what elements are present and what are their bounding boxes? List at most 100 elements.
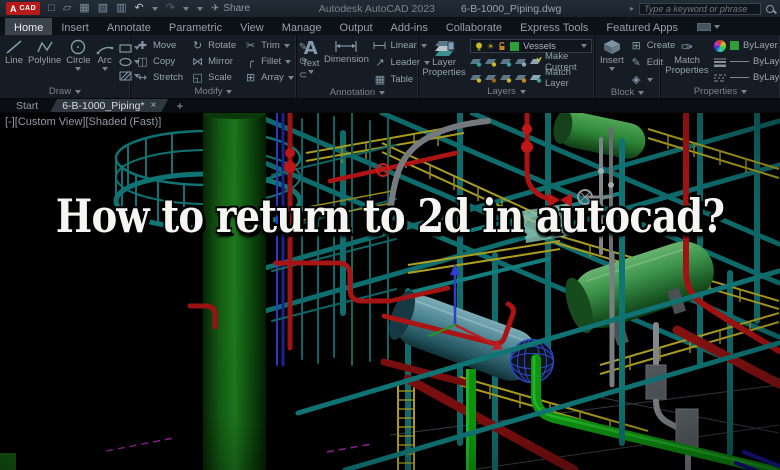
panel-label-block[interactable]: Block bbox=[595, 87, 660, 98]
chevron-down-icon bbox=[581, 44, 587, 48]
line-icon bbox=[6, 40, 22, 54]
tab-collaborate[interactable]: Collaborate bbox=[437, 18, 511, 35]
tab-annotate[interactable]: Annotate bbox=[98, 18, 160, 35]
table-icon: ▦ bbox=[374, 73, 386, 86]
save-as-icon[interactable]: ▧ bbox=[98, 3, 108, 14]
chevron-down-icon bbox=[519, 89, 526, 94]
file-tab-document[interactable]: 6-B-1000_Piping* × bbox=[50, 99, 168, 112]
chevron-down-icon[interactable] bbox=[75, 67, 82, 71]
panel-properties: ✑ Match Properties ByLayer ByLayer bbox=[661, 35, 780, 98]
new-file-icon[interactable]: □ bbox=[48, 3, 55, 14]
ribbon-display-toggle[interactable] bbox=[696, 18, 720, 35]
layer-lock-tool[interactable] bbox=[515, 57, 527, 67]
dimension-icon bbox=[335, 41, 358, 52]
ribbon-tab-bar: Home Insert Annotate Parametric View Man… bbox=[0, 18, 780, 35]
tool-polyline[interactable]: Polyline bbox=[28, 38, 61, 85]
tab-output[interactable]: Output bbox=[331, 18, 382, 35]
share-button[interactable]: ✈ Share bbox=[210, 2, 250, 14]
tool-move[interactable]: ✚ Move bbox=[136, 38, 183, 53]
rotate-icon: ↻ bbox=[193, 39, 203, 52]
layer-walk-tool[interactable] bbox=[485, 73, 497, 83]
layer-off-all-tool[interactable] bbox=[470, 73, 482, 83]
layer-isolate-tool[interactable] bbox=[485, 57, 497, 67]
qat-customize-icon[interactable] bbox=[196, 6, 203, 11]
app-title: Autodesk AutoCAD 2023 bbox=[318, 2, 435, 15]
panel-label-draw[interactable]: Draw bbox=[0, 85, 130, 98]
layer-unlock-all-tool[interactable] bbox=[515, 73, 527, 83]
close-icon[interactable]: × bbox=[151, 100, 157, 111]
layer-color-swatch bbox=[510, 41, 520, 51]
tool-arc[interactable]: Arc bbox=[96, 38, 114, 85]
make-current-icon bbox=[530, 57, 542, 67]
overlay-caption: How to return to 2d in autocad? bbox=[55, 189, 725, 243]
tab-manage[interactable]: Manage bbox=[273, 18, 331, 35]
tool-rotate[interactable]: ↻ Rotate bbox=[191, 38, 236, 53]
redo-dropdown-icon[interactable] bbox=[182, 6, 189, 11]
object-color-dropdown[interactable]: ByLayer bbox=[714, 39, 780, 53]
file-tab-start[interactable]: Start bbox=[4, 99, 50, 112]
layer-freeze-tool[interactable] bbox=[500, 57, 512, 67]
tool-line[interactable]: Line bbox=[5, 38, 23, 85]
match-layer-icon bbox=[530, 73, 542, 83]
layer-off-tool[interactable] bbox=[470, 57, 482, 67]
new-drawing-tab-button[interactable]: + bbox=[168, 99, 191, 113]
layer-on-bulb-icon bbox=[476, 42, 482, 50]
linear-icon bbox=[373, 42, 386, 49]
tool-trim[interactable]: ✂ Trim bbox=[244, 38, 294, 53]
viewport-controls[interactable]: [-][Custom View][Shaded (Fast)] bbox=[5, 116, 161, 128]
insert-block-button[interactable]: Insert bbox=[600, 38, 624, 87]
tool-fillet[interactable]: ╭ Fillet bbox=[244, 54, 294, 69]
search-input[interactable] bbox=[639, 2, 761, 15]
plot-icon[interactable]: ▥ bbox=[116, 3, 126, 14]
array-icon: ⊞ bbox=[246, 71, 256, 84]
lineweight-dropdown[interactable]: ByLayer bbox=[714, 55, 780, 69]
tab-featured-apps[interactable]: Featured Apps bbox=[597, 18, 687, 35]
redo-icon[interactable]: ↷ bbox=[166, 3, 175, 14]
tool-circle[interactable]: Circle bbox=[66, 38, 91, 85]
panel-layers: Layer Properties ☀ Vessels Make Current … bbox=[419, 35, 595, 98]
layer-properties-icon bbox=[435, 41, 455, 56]
lineweight-preview bbox=[730, 61, 749, 62]
tool-copy[interactable]: ◫ Copy bbox=[136, 54, 183, 69]
search-expand-icon[interactable]: ▸ bbox=[630, 4, 634, 13]
ribbon-toggle-icon bbox=[696, 22, 711, 31]
panel-label-modify[interactable]: Modify bbox=[131, 85, 296, 98]
tool-mirror[interactable]: ⋈ Mirror bbox=[191, 54, 236, 69]
tool-label: Text bbox=[302, 58, 320, 69]
tab-parametric[interactable]: Parametric bbox=[160, 18, 231, 35]
tab-insert[interactable]: Insert bbox=[52, 18, 98, 35]
chevron-down-icon bbox=[285, 59, 292, 64]
tab-view[interactable]: View bbox=[231, 18, 273, 35]
tab-add-ins[interactable]: Add-ins bbox=[382, 18, 437, 35]
layer-properties-button[interactable]: Layer Properties bbox=[422, 38, 466, 85]
autocad-logo[interactable]: A CAD bbox=[6, 2, 41, 15]
chevron-down-icon bbox=[226, 89, 233, 94]
panel-label-properties[interactable]: Properties bbox=[661, 85, 780, 98]
tool-dimension[interactable]: Dimension bbox=[324, 38, 369, 87]
share-icon: ✈ bbox=[210, 2, 220, 14]
tab-home[interactable]: Home bbox=[5, 18, 53, 35]
undo-dropdown-icon[interactable] bbox=[151, 6, 158, 11]
undo-icon[interactable]: ↶ bbox=[135, 3, 144, 14]
ribbon: Line Polyline Circle Arc Draw ✚ Move ◫ C… bbox=[0, 35, 780, 99]
open-file-icon[interactable]: ▱ bbox=[63, 3, 71, 14]
tool-text[interactable]: A Text bbox=[302, 38, 319, 87]
drawing-viewport[interactable]: [-][Custom View][Shaded (Fast)] How to r… bbox=[0, 113, 780, 470]
tool-label: Circle bbox=[66, 55, 91, 66]
tool-scale[interactable]: ◱ Scale bbox=[191, 70, 236, 85]
chevron-down-icon bbox=[741, 89, 748, 94]
ribbon-toggle-chevron-icon bbox=[713, 24, 720, 29]
save-icon[interactable]: ▦ bbox=[79, 3, 89, 14]
panel-label-layers[interactable]: Layers bbox=[419, 85, 594, 98]
panel-label-annotation[interactable]: Annotation bbox=[297, 87, 418, 98]
tab-express-tools[interactable]: Express Tools bbox=[511, 18, 597, 35]
layer-thaw-all-tool[interactable] bbox=[500, 73, 512, 83]
chevron-down-icon bbox=[75, 89, 82, 94]
ellipse-icon bbox=[118, 57, 132, 66]
chevron-down-icon[interactable] bbox=[101, 67, 108, 71]
tool-stretch[interactable]: ↔ Stretch bbox=[136, 70, 183, 85]
tool-array[interactable]: ⊞ Array bbox=[244, 70, 294, 85]
search-icon[interactable] bbox=[766, 4, 774, 13]
match-properties-button[interactable]: ✑ Match Properties bbox=[665, 38, 708, 85]
linetype-dropdown[interactable]: ByLayer bbox=[714, 71, 780, 85]
